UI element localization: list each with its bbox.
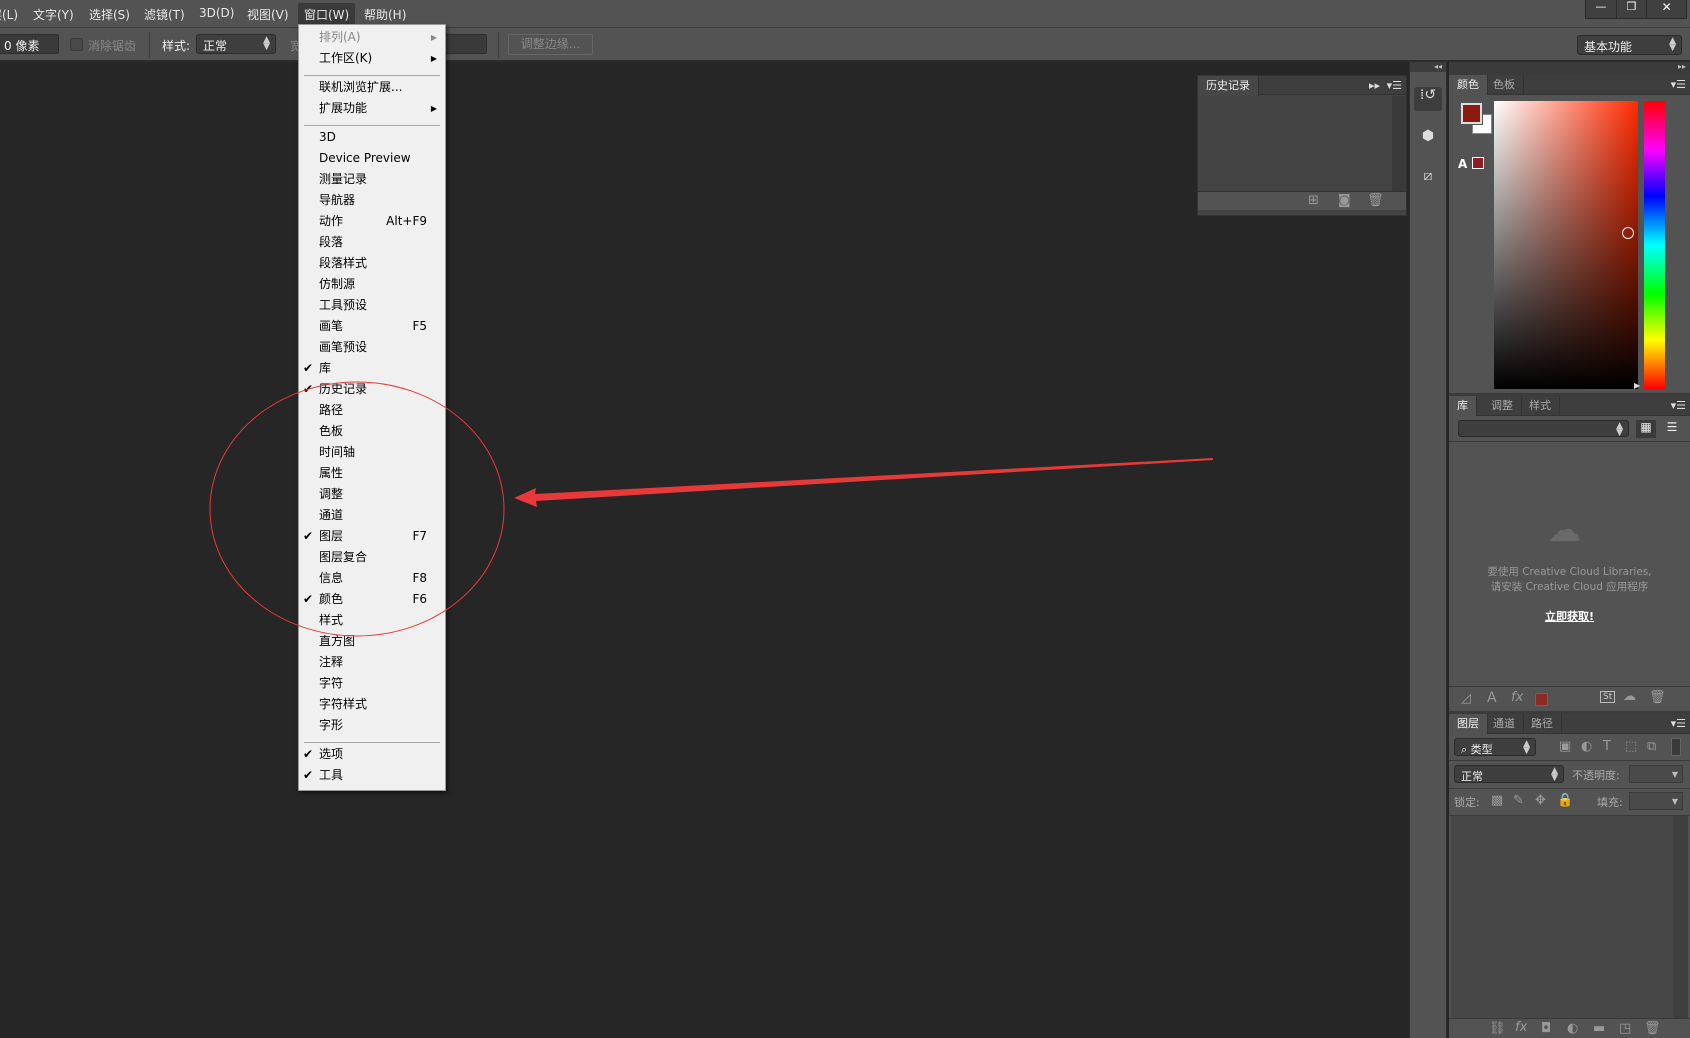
annotation-arrow <box>514 458 1213 507</box>
highlight-circle <box>209 381 505 637</box>
annotation-overlay <box>209 381 1213 637</box>
